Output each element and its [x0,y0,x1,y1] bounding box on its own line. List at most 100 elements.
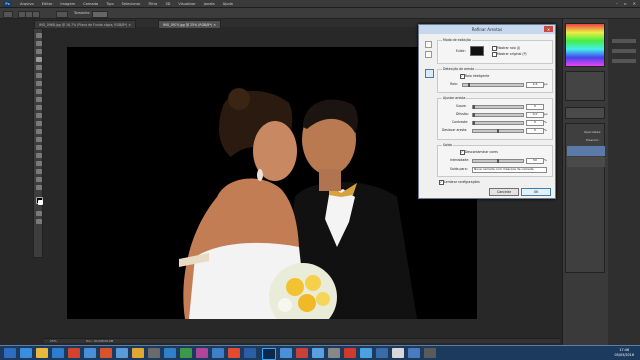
menu-type[interactable]: Tipo [102,2,118,6]
taskbar-app-icon[interactable] [100,348,112,358]
type-tool-icon[interactable] [36,153,42,158]
taskbar-app-icon[interactable] [148,348,160,358]
taskbar-app-icon[interactable] [164,348,176,358]
smooth-value-field[interactable]: 0 [526,103,544,110]
background-color-swatch[interactable] [38,200,43,205]
menu-file[interactable]: Arquivo [16,2,38,6]
taskbar-app-icon[interactable] [328,348,340,358]
feather-value-field[interactable]: 0,0 [526,111,544,118]
history-brush-tool-icon[interactable] [36,105,42,110]
clone-stamp-tool-icon[interactable] [36,97,42,102]
view-thumbnail[interactable] [470,46,484,56]
file-explorer-icon[interactable] [36,348,48,358]
layer-row[interactable] [567,157,605,167]
path-selection-tool-icon[interactable] [36,161,42,166]
taskbar-app-icon[interactable] [408,348,420,358]
start-button-icon[interactable] [4,348,16,358]
ok-button[interactable]: OK [521,188,551,196]
layers-panel: Opacidade: Preench.: [565,123,605,273]
lasso-tool-icon[interactable] [36,49,42,54]
subtract-selection-icon[interactable] [32,11,40,18]
contrast-slider[interactable] [472,120,524,125]
quick-mask-icon[interactable] [36,211,42,216]
zoom-tool-icon[interactable] [425,41,432,48]
maximize-button[interactable]: ▫ [624,1,627,6]
refine-radius-tool-icon[interactable] [425,69,434,78]
shift-edge-value-field[interactable]: 0 [526,127,544,134]
tool-preset-picker[interactable] [3,11,13,18]
taskbar-app-icon[interactable] [116,348,128,358]
taskbar-app-icon[interactable] [280,348,292,358]
taskbar-app-icon[interactable] [180,348,192,358]
panel-slider[interactable] [612,59,636,63]
taskbar-app-icon[interactable] [344,348,356,358]
feather-slider[interactable] [472,112,524,117]
amount-value-field[interactable]: 50 [526,157,544,164]
swatches-panel[interactable] [565,71,605,101]
color-picker[interactable] [565,23,605,67]
taskbar-app-icon[interactable] [244,348,256,358]
quick-selection-tool-icon[interactable] [36,57,42,62]
radius-slider[interactable] [462,82,524,87]
taskbar-app-icon[interactable] [392,348,404,358]
smooth-slider[interactable] [472,104,524,109]
contrast-value-field[interactable]: 0 [526,119,544,126]
panel-slider[interactable] [612,49,636,53]
menu-layer[interactable]: Camada [79,2,102,6]
taskbar-app-icon[interactable] [360,348,372,358]
internet-explorer-icon[interactable] [20,348,32,358]
taskbar-app-icon[interactable] [376,348,388,358]
dialog-close-button[interactable]: ✕ [544,26,553,32]
taskbar-app-icon[interactable] [296,348,308,358]
taskbar-app-icon[interactable] [84,348,96,358]
document-canvas[interactable] [67,47,477,319]
menu-select[interactable]: Selecionar [118,2,145,6]
taskbar-app-icon[interactable] [228,348,240,358]
blur-tool-icon[interactable] [36,129,42,134]
marquee-tool-icon[interactable] [36,41,42,46]
amount-slider[interactable] [472,158,524,163]
size-field[interactable] [92,11,108,18]
taskbar-app-icon[interactable] [212,348,224,358]
menu-3d[interactable]: 3D [161,2,174,6]
eraser-tool-icon[interactable] [36,113,42,118]
taskbar-app-icon[interactable] [196,348,208,358]
minimize-button[interactable]: – [616,1,618,6]
healing-brush-tool-icon[interactable] [36,81,42,86]
zoom-tool-icon[interactable] [36,185,42,190]
output-to-select[interactable]: Nova camada com máscara de camada [472,166,547,173]
pen-tool-icon[interactable] [36,145,42,150]
taskbar-app-icon[interactable] [132,348,144,358]
crop-tool-icon[interactable] [36,65,42,70]
smooth-label: Suave: [456,104,467,108]
brush-picker[interactable] [56,11,68,18]
chrome-icon[interactable] [68,348,80,358]
menu-view[interactable]: Visualizar [174,2,199,6]
panel-slider[interactable] [612,39,636,43]
close-button[interactable]: ✕ [633,1,636,6]
hand-tool-icon[interactable] [36,177,42,182]
shape-tool-icon[interactable] [36,169,42,174]
taskbar-app-icon[interactable] [312,348,324,358]
radius-value-field[interactable]: 2,6 [526,81,544,88]
menu-filter[interactable]: Filtro [145,2,162,6]
screen-mode-icon[interactable] [36,219,42,224]
taskbar-app-icon[interactable] [52,348,64,358]
cancel-button[interactable]: Cancelar [489,188,519,196]
layer-row[interactable] [567,146,605,156]
taskbar-app-icon[interactable] [424,348,436,358]
hand-tool-icon[interactable] [425,51,432,58]
eyedropper-tool-icon[interactable] [36,73,42,78]
system-clock[interactable]: 17:46 05/05/2016 [614,348,634,357]
zoom-level[interactable]: 25% [50,339,57,343]
brush-tool-icon[interactable] [36,89,42,94]
menu-image[interactable]: Imagem [56,2,79,6]
photoshop-taskbar-icon[interactable] [262,348,276,360]
menu-help[interactable]: Ajuda [219,2,237,6]
menu-edit[interactable]: Editar [38,2,57,6]
dodge-tool-icon[interactable] [36,137,42,142]
gradient-tool-icon[interactable] [36,121,42,126]
move-tool-icon[interactable] [36,33,42,38]
menu-window[interactable]: Janela [200,2,219,6]
shift-edge-slider[interactable] [472,128,524,133]
